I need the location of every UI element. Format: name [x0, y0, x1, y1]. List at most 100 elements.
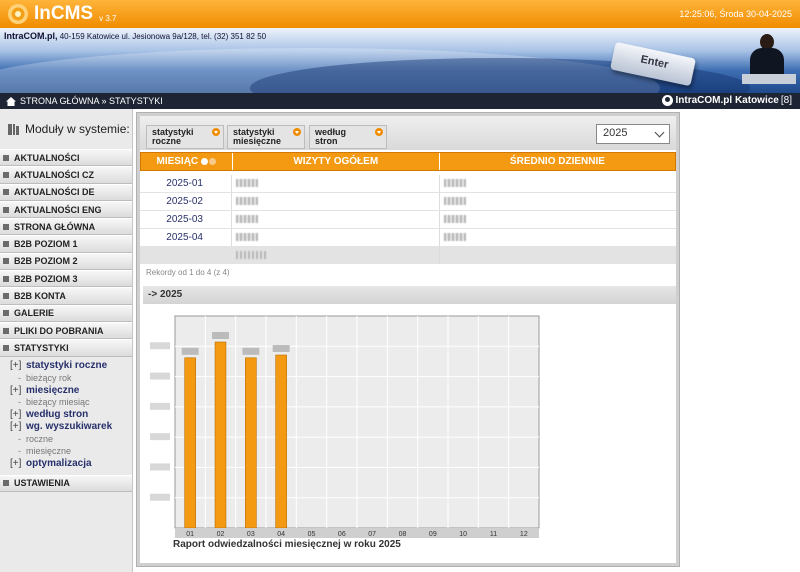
- column-header-visits[interactable]: WIZYTY OGÓŁEM: [233, 153, 440, 170]
- sidebar-item-b2b-konta[interactable]: B2B KONTA: [0, 287, 132, 305]
- submenu-label[interactable]: optymalizacja: [26, 458, 92, 469]
- month-cell[interactable]: 2025-03: [140, 211, 232, 228]
- tab-statystyki-miesieczne[interactable]: statystyki miesięczne: [227, 125, 305, 149]
- sort-asc-icon[interactable]: [209, 158, 217, 165]
- column-header-daily[interactable]: ŚREDNIO DZIENNIE: [440, 153, 675, 170]
- submenu-label[interactable]: miesięczne: [26, 385, 79, 396]
- expand-icon[interactable]: [+]: [10, 458, 26, 469]
- dash: -: [18, 372, 21, 383]
- submenu-label[interactable]: bieżący miesiąc: [26, 397, 90, 407]
- tabs-bar: statystyki roczne statystyki miesięczne …: [140, 116, 676, 150]
- company-name: IntraCOM.pl,: [4, 31, 58, 41]
- submenu-wg-wyszukiwarek[interactable]: [+] wg. wyszukiwarek: [10, 421, 132, 433]
- tab-wedlug-stron[interactable]: według stron: [309, 125, 387, 149]
- app-version: v 3.7: [99, 13, 117, 23]
- breadcrumb-path[interactable]: STRONA GŁÓWNA » STATYSTYKI: [20, 96, 163, 106]
- submenu-label[interactable]: miesięczne: [26, 446, 71, 456]
- sidebar-item-strona-glowna[interactable]: STRONA GŁÓWNA: [0, 218, 132, 236]
- month-cell[interactable]: 2025-01: [140, 175, 232, 192]
- month-cell[interactable]: 2025-04: [140, 229, 232, 246]
- redacted-value: [444, 215, 466, 224]
- year-select[interactable]: 2025: [596, 124, 670, 144]
- tab-label: miesięczne: [233, 136, 282, 146]
- tab-label: roczne: [152, 136, 182, 146]
- bar-value-label-redacted: [212, 332, 229, 339]
- sidebar-item-aktualnosci-de[interactable]: AKTUALNOŚCI DE: [0, 183, 132, 201]
- dash: -: [18, 445, 21, 456]
- app-title: InCMS: [34, 3, 94, 24]
- redacted-value: [236, 251, 266, 259]
- submenu-miesieczne-wyszukiwarki[interactable]: - miesięczne: [10, 445, 132, 457]
- table-row: 2025-04: [140, 229, 676, 247]
- submenu-optymalizacja[interactable]: [+] optymalizacja: [10, 457, 132, 469]
- user-info[interactable]: IntraCOM.pl Katowice [8]: [661, 95, 792, 106]
- redacted-value: [444, 197, 466, 206]
- sidebar-item-ustawienia[interactable]: USTAWIENIA: [0, 474, 132, 492]
- visits-cell: [232, 229, 440, 246]
- submenu-label[interactable]: statystyki roczne: [26, 360, 107, 371]
- submenu-statystyki-roczne[interactable]: [+] statystyki roczne: [10, 360, 132, 372]
- submenu-biezacy-rok[interactable]: - bieżący rok: [10, 372, 132, 384]
- daily-cell: [440, 211, 676, 228]
- expand-icon[interactable]: [+]: [10, 360, 26, 371]
- month-cell[interactable]: 2025-02: [140, 193, 232, 210]
- sidebar-item-galerie[interactable]: GALERIE: [0, 304, 132, 322]
- bullet-icon: [3, 344, 9, 351]
- sidebar-item-pliki-do-pobrania[interactable]: PLIKI DO POBRANIA: [0, 321, 132, 340]
- sidebar-item-aktualnosci-eng[interactable]: AKTUALNOŚCI ENG: [0, 200, 132, 219]
- sidebar-item-label: B2B POZIOM 1: [14, 239, 78, 250]
- dash: -: [18, 397, 21, 408]
- modules-heading: Moduły w systemie:: [0, 109, 132, 149]
- sidebar-item-label: STRONA GŁÓWNA: [14, 221, 96, 232]
- table-summary-row: [140, 246, 676, 264]
- home-icon: [6, 96, 16, 106]
- sidebar-item-label: USTAWIENIA: [14, 478, 70, 489]
- bullet-icon: [3, 258, 9, 265]
- tab-statystyki-roczne[interactable]: statystyki roczne: [146, 125, 224, 149]
- sidebar-item-aktualnosci[interactable]: AKTUALNOŚCI: [0, 149, 132, 167]
- sidebar-item-statystyki[interactable]: STATYSTYKI: [0, 339, 132, 357]
- sidebar-item-label: PLIKI DO POBRANIA: [14, 325, 104, 336]
- sidebar-item-label: AKTUALNOŚCI CZ: [14, 169, 94, 180]
- submenu-label[interactable]: wg. wyszukiwarek: [26, 421, 112, 432]
- statistics-submenu: [+] statystyki roczne - bieżący rok [+] mie…: [0, 356, 132, 475]
- sidebar-item-b2b-poziom-2[interactable]: B2B POZIOM 2: [0, 252, 132, 271]
- bullet-icon: [3, 241, 9, 248]
- records-info: Rekordy od 1 do 4 (z 4): [146, 268, 230, 277]
- expand-icon[interactable]: [+]: [10, 421, 26, 432]
- redacted-value: [236, 197, 258, 206]
- sidebar: Moduły w systemie: AKTUALNOŚCI AKTUALNOŚ…: [0, 109, 133, 572]
- sidebar-item-label: STATYSTYKI: [14, 342, 69, 353]
- x-tick-label: 09: [429, 531, 437, 538]
- submenu-miesieczne[interactable]: [+] miesięczne: [10, 384, 132, 396]
- sidebar-item-label: AKTUALNOŚCI ENG: [14, 204, 102, 215]
- submenu-roczne[interactable]: - roczne: [10, 433, 132, 445]
- user-icon: [661, 95, 673, 106]
- x-tick-label: 07: [368, 531, 376, 538]
- submenu-biezacy-miesiac[interactable]: - bieżący miesiąc: [10, 396, 132, 408]
- expand-icon[interactable]: [+]: [10, 409, 26, 420]
- laptop: [742, 74, 796, 84]
- breadcrumb[interactable]: STRONA GŁÓWNA » STATYSTYKI: [6, 96, 163, 106]
- modules-title: Moduły w systemie:: [25, 122, 130, 136]
- sidebar-item-b2b-poziom-1[interactable]: B2B POZIOM 1: [0, 235, 132, 253]
- visits-cell: [232, 193, 440, 210]
- expand-icon[interactable]: [+]: [10, 385, 26, 396]
- submenu-wedlug-stron[interactable]: [+] według stron: [10, 408, 132, 420]
- submenu-label[interactable]: roczne: [26, 434, 53, 444]
- table-header: MIESIĄC WIZYTY OGÓŁEM ŚREDNIO DZIENNIE: [140, 152, 676, 171]
- x-tick-label: 12: [520, 531, 528, 538]
- sidebar-item-aktualnosci-cz[interactable]: AKTUALNOŚCI CZ: [0, 166, 132, 184]
- y-tick-label-redacted: [150, 402, 170, 410]
- bullet-icon: [3, 480, 9, 487]
- logo[interactable]: InCMS v 3.7: [8, 3, 116, 25]
- sort-desc-icon[interactable]: [201, 158, 209, 165]
- arrow-down-icon: [293, 128, 301, 136]
- submenu-label[interactable]: według stron: [26, 409, 88, 420]
- column-header-month[interactable]: MIESIĄC: [141, 153, 233, 170]
- visits-cell: [232, 175, 440, 192]
- redacted-value: [236, 233, 258, 242]
- submenu-label[interactable]: bieżący rok: [26, 373, 72, 383]
- company-address: 40-159 Katowice ul. Jesionowa 9a/128, te…: [59, 32, 267, 41]
- sidebar-item-b2b-poziom-3[interactable]: B2B POZIOM 3: [0, 270, 132, 288]
